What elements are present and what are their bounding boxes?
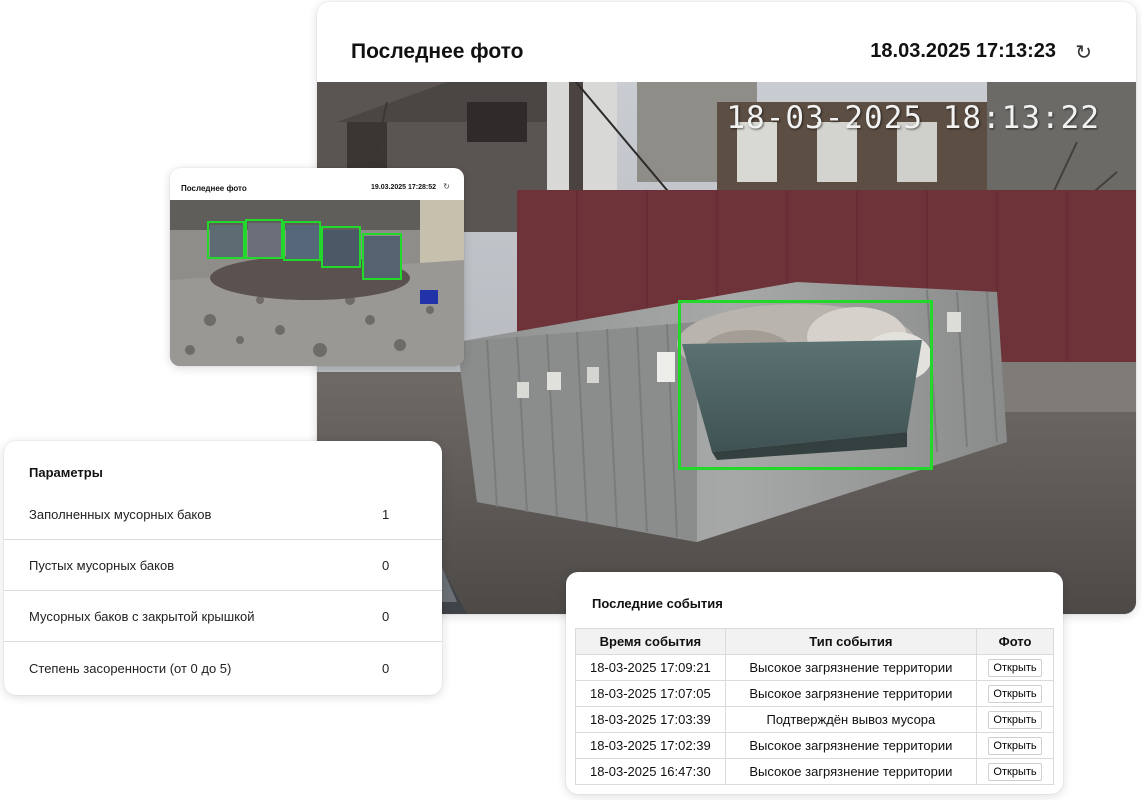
open-photo-button[interactable]: Открыть	[988, 710, 1042, 729]
event-time: 18-03-2025 17:03:39	[575, 706, 726, 733]
event-time: 18-03-2025 17:09:21	[575, 654, 726, 681]
last-photo-thumbnail-card[interactable]: Последнее фото 19.03.2025 17:28:52 ↻	[170, 168, 464, 366]
event-time: 18-03-2025 17:07:05	[575, 680, 726, 707]
parameters-card: Параметры Заполненных мусорных баков 1 П…	[4, 441, 442, 695]
open-photo-button[interactable]: Открыть	[988, 736, 1042, 755]
table-row: 18-03-2025 16:47:30 Высокое загрязнение …	[575, 758, 1054, 785]
open-photo-button[interactable]: Открыть	[988, 762, 1042, 781]
parameter-value: 1	[382, 507, 390, 522]
table-row: 18-03-2025 17:03:39 Подтверждён вывоз му…	[575, 706, 1054, 733]
refresh-icon[interactable]: ↻	[443, 182, 450, 191]
event-photo-cell: Открыть	[976, 654, 1054, 681]
open-photo-button[interactable]: Открыть	[988, 658, 1042, 677]
event-photo-cell: Открыть	[976, 680, 1054, 707]
last-photo-title: Последнее фото	[351, 40, 524, 63]
parameter-row: Мусорных баков с закрытой крышкой 0	[4, 591, 442, 642]
event-type: Высокое загрязнение территории	[724, 680, 978, 707]
parameter-label: Пустых мусорных баков	[29, 558, 175, 573]
recent-events-title: Последние события	[592, 596, 723, 611]
event-type: Подтверждён вывоз мусора	[724, 706, 978, 733]
parameter-value: 0	[382, 558, 390, 573]
column-header-type: Тип события	[724, 628, 978, 655]
table-row: 18-03-2025 17:02:39 Высокое загрязнение …	[575, 732, 1054, 759]
parameter-row: Заполненных мусорных баков 1	[4, 489, 442, 540]
event-photo-cell: Открыть	[976, 758, 1054, 785]
thumbnail-detection-box	[283, 221, 321, 261]
parameter-row: Степень засоренности (от 0 до 5) 0	[4, 643, 442, 694]
detection-box	[678, 300, 933, 470]
recent-events-card: Последние события Время события Тип собы…	[566, 572, 1063, 794]
parameter-label: Заполненных мусорных баков	[29, 507, 212, 522]
event-type: Высокое загрязнение территории	[724, 758, 978, 785]
events-table: Время события Тип события Фото 18-03-202…	[575, 628, 1054, 785]
open-photo-button[interactable]: Открыть	[988, 684, 1042, 703]
thumbnail-detection-box	[207, 221, 245, 259]
thumbnail-timestamp: 19.03.2025 17:28:52	[371, 184, 436, 191]
event-photo-cell: Открыть	[976, 706, 1054, 733]
events-header-row: Время события Тип события Фото	[575, 628, 1054, 655]
event-type: Высокое загрязнение территории	[724, 654, 978, 681]
thumbnail-detection-box	[321, 226, 361, 268]
table-row: 18-03-2025 17:07:05 Высокое загрязнение …	[575, 680, 1054, 707]
event-time: 18-03-2025 16:47:30	[575, 758, 726, 785]
last-photo-timestamp: 18.03.2025 17:13:23	[870, 40, 1056, 62]
thumbnail-detection-box	[362, 233, 402, 280]
thumbnail-detection-box	[245, 219, 283, 259]
table-row: 18-03-2025 17:09:21 Высокое загрязнение …	[575, 654, 1054, 681]
parameter-value: 0	[382, 661, 390, 676]
camera-overlay-timestamp: 18-03-2025 18:13:22	[726, 100, 1100, 136]
event-time: 18-03-2025 17:02:39	[575, 732, 726, 759]
thumbnail-title: Последнее фото	[181, 184, 247, 193]
column-header-photo: Фото	[976, 628, 1054, 655]
event-type: Высокое загрязнение территории	[724, 732, 978, 759]
parameter-value: 0	[382, 609, 390, 624]
parameter-label: Мусорных баков с закрытой крышкой	[29, 609, 255, 624]
thumbnail-photo	[170, 200, 464, 366]
parameter-label: Степень засоренности (от 0 до 5)	[29, 661, 232, 676]
parameters-title: Параметры	[29, 465, 103, 480]
column-header-time: Время события	[575, 628, 726, 655]
refresh-icon[interactable]: ↻	[1075, 40, 1092, 65]
thumbnail-header: Последнее фото 19.03.2025 17:28:52 ↻	[170, 168, 464, 200]
last-photo-header: Последнее фото 18.03.2025 17:13:23 ↻	[317, 2, 1136, 82]
parameter-row: Пустых мусорных баков 0	[4, 540, 442, 591]
event-photo-cell: Открыть	[976, 732, 1054, 759]
